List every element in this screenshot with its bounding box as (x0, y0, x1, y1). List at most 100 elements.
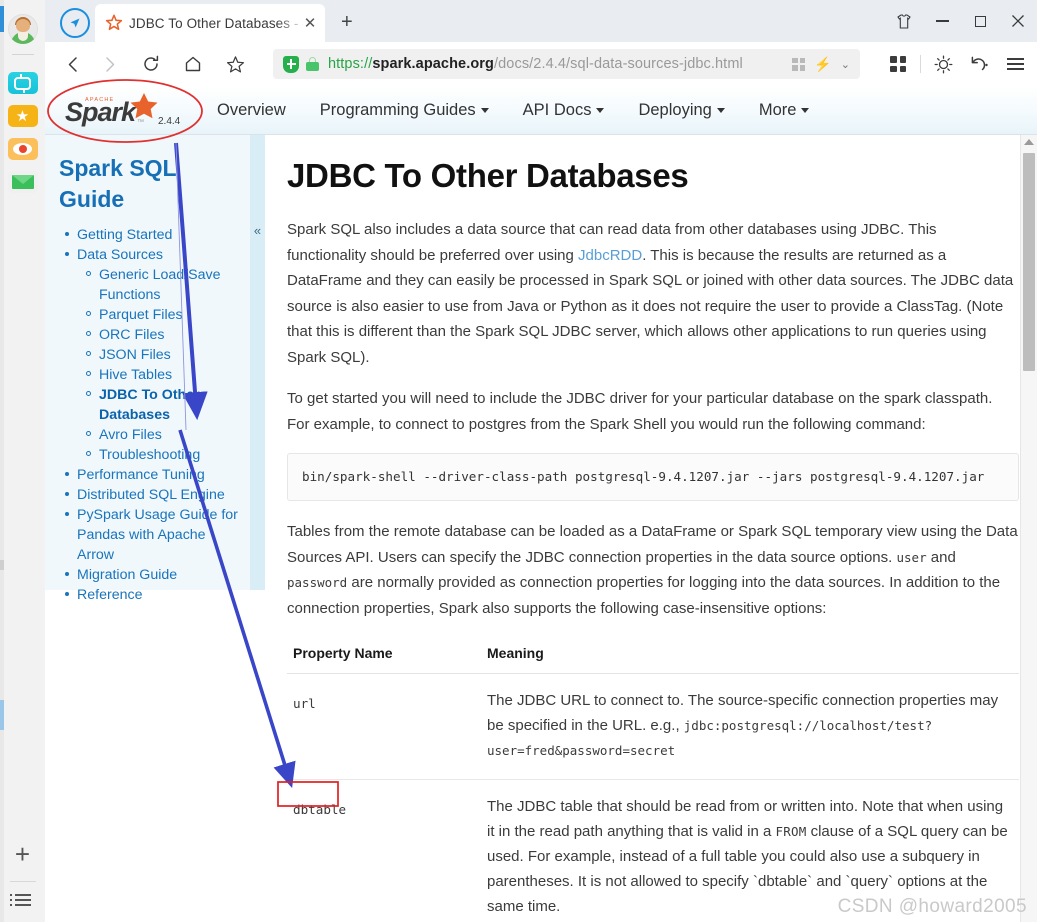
sidebar-item-distributed-sql-engine[interactable]: Distributed SQL Engine (65, 485, 240, 505)
nav-item-programming-guides[interactable]: Programming Guides (303, 101, 506, 120)
home-icon[interactable] (175, 46, 211, 82)
nav-label: Deploying (638, 100, 712, 119)
add-icon[interactable]: + (15, 841, 30, 867)
tab-close-icon[interactable]: ✕ (301, 14, 319, 32)
wechat-icon[interactable] (7, 72, 38, 94)
sidebar-item-label: Reference (77, 587, 143, 604)
tab-active[interactable]: JDBC To Other Databases - S ✕ (95, 4, 325, 42)
svg-text:2.4.4: 2.4.4 (158, 116, 181, 127)
scroll-up-arrow-icon[interactable] (1024, 139, 1034, 145)
back-icon[interactable] (55, 46, 91, 82)
url-path: /docs/2.4.4/sql-data-sources-jdbc.html (494, 56, 743, 72)
mail-icon[interactable] (7, 171, 38, 193)
sidebar-item-hive-tables[interactable]: Hive Tables (86, 365, 240, 385)
nav-label: API Docs (522, 100, 592, 119)
address-bar[interactable]: https://spark.apache.org/docs/2.4.4/sql-… (273, 49, 860, 79)
sidebar-item-label: Avro Files (99, 427, 162, 444)
rail-bottom-group: + (0, 841, 45, 922)
weibo-icon[interactable] (7, 138, 38, 160)
nav-item-overview[interactable]: Overview (200, 101, 303, 120)
scrollbar-thumb[interactable] (1023, 153, 1035, 371)
sidebar-title: Spark SQL Guide (59, 155, 177, 213)
sidebar-item-label: Migration Guide (77, 567, 178, 584)
nav-label: Overview (217, 100, 286, 119)
browser-menu-icon[interactable] (997, 46, 1033, 82)
para3-b: and (926, 548, 956, 566)
browser-window: ★ + JDBC To Other Databases - S ✕ + http… (0, 0, 1037, 922)
sidebar-item-data-sources[interactable]: Data Sources Generic Load/Save Functions… (65, 245, 240, 465)
page-scrollbar[interactable] (1020, 135, 1037, 922)
browser-toolbar: https://spark.apache.org/docs/2.4.4/sql-… (45, 42, 1037, 86)
sidebar-item-label: Parquet Files (99, 307, 183, 324)
sidebar-item-label: Getting Started (77, 227, 173, 244)
reload-icon[interactable] (133, 46, 169, 82)
doc-main: JDBC To Other Databases Spark SQL also i… (265, 135, 1037, 922)
avatar[interactable] (7, 14, 38, 44)
para3-c: are normally provided as connection prop… (287, 574, 1001, 617)
sidebar-item-label: Performance Tuning (77, 467, 205, 484)
sidebar-item-label: Distributed SQL Engine (77, 487, 225, 504)
apps-grid-icon[interactable] (880, 46, 916, 82)
sidebar-item-generic-load-save[interactable]: Generic Load/Save Functions (86, 265, 240, 305)
sidebar-item-avro-files[interactable]: Avro Files (86, 425, 240, 445)
svg-text:™: ™ (137, 119, 144, 126)
close-button[interactable] (999, 0, 1037, 42)
jdbcrdd-link[interactable]: JdbcRDD (578, 247, 642, 264)
sidebar-nav-list: Getting Started Data Sources Generic Loa… (59, 225, 240, 605)
list-menu-icon[interactable] (9, 894, 31, 906)
code-block-spark-shell: bin/spark-shell --driver-class-path post… (287, 453, 1019, 501)
table-body: url The JDBC URL to connect to. The sour… (287, 673, 1019, 922)
rail-divider-bottom (9, 881, 36, 882)
sidebar-item-json-files[interactable]: JSON Files (86, 345, 240, 365)
properties-table: Property Name Meaning url The JDBC URL t… (287, 637, 1019, 922)
nav-item-api-docs[interactable]: API Docs (506, 101, 622, 120)
sidebar-item-label: ORC Files (99, 327, 165, 344)
lightning-icon[interactable]: ⚡ (814, 57, 831, 71)
minimize-button[interactable] (923, 0, 961, 42)
column-header-property-name: Property Name (287, 637, 481, 674)
nav-label: Programming Guides (319, 100, 476, 119)
table-header-row: Property Name Meaning (287, 637, 1019, 674)
sidebar-item-performance-tuning[interactable]: Performance Tuning (65, 465, 240, 485)
sidebar-item-jdbc-to-other-databases[interactable]: JDBC To Other Databases (86, 385, 240, 425)
nav-item-more[interactable]: More (742, 101, 827, 120)
inline-code-user: user (896, 549, 927, 565)
sidebar-item-orc-files[interactable]: ORC Files (86, 325, 240, 345)
spark-logo[interactable]: Spark APACHE 2.4.4 ™ (63, 91, 208, 131)
history-back-icon[interactable] (961, 46, 997, 82)
chevron-down-icon[interactable]: ⌄ (841, 58, 850, 71)
sidebar-item-parquet-files[interactable]: Parquet Files (86, 305, 240, 325)
property-name-dbtable: dbtable (287, 779, 481, 922)
table-row: url The JDBC URL to connect to. The sour… (287, 673, 1019, 780)
inline-code-from: FROM (775, 824, 807, 839)
qr-code-icon[interactable] (792, 57, 806, 71)
forward-icon[interactable] (91, 46, 127, 82)
sidebar-item-troubleshooting[interactable]: Troubleshooting (86, 445, 240, 465)
sidebar-item-label: Data Sources (77, 247, 163, 264)
tab-strip: JDBC To Other Databases - S ✕ + (45, 0, 1037, 42)
new-tab-button[interactable]: + (341, 11, 353, 34)
omnibox-actions: ⚡ ⌄ (792, 57, 850, 71)
sidebar-item-getting-started[interactable]: Getting Started (65, 225, 240, 245)
sidebar-item-label: PySpark Usage Guide for Pandas with Apac… (77, 507, 238, 564)
chevron-down-icon (480, 107, 489, 113)
sidebar-item-pyspark-usage-guide[interactable]: PySpark Usage Guide for Pandas with Apac… (65, 505, 240, 565)
nav-item-deploying[interactable]: Deploying (621, 101, 741, 120)
spark-favicon-icon (105, 14, 123, 31)
sidebar-item-migration-guide[interactable]: Migration Guide (65, 565, 240, 585)
sidebar-item-reference[interactable]: Reference (65, 585, 240, 605)
chevron-down-icon (716, 107, 725, 113)
star-glyph: ★ (15, 107, 30, 125)
favorites-star-icon[interactable]: ★ (7, 105, 38, 127)
brightness-icon[interactable] (925, 46, 961, 82)
page-viewport: Spark APACHE 2.4.4 ™ Overview Programmin… (45, 86, 1037, 922)
bookmark-star-icon[interactable] (217, 46, 253, 82)
rail-edge-strip (0, 0, 4, 922)
spark-navbar: Spark APACHE 2.4.4 ™ Overview Programmin… (45, 86, 1037, 135)
theme-shirt-icon[interactable] (885, 0, 923, 42)
page-content: Spark SQL Guide Getting Started Data Sou… (45, 135, 1037, 922)
lock-icon (306, 57, 319, 71)
table-head: Property Name Meaning (287, 637, 1019, 674)
sidebar-collapse-button[interactable]: « (250, 135, 265, 590)
maximize-button[interactable] (961, 0, 999, 42)
